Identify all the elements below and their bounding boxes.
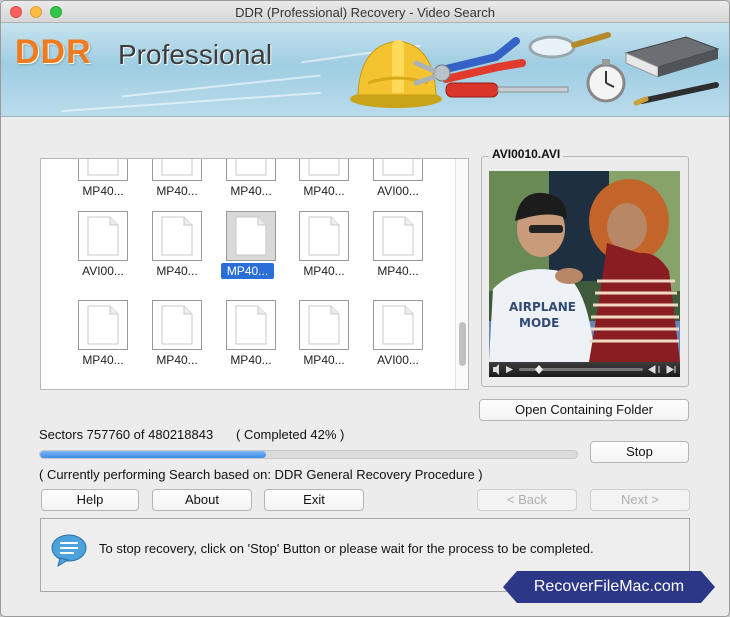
document-icon [299, 300, 349, 350]
help-button[interactable]: Help [41, 489, 139, 511]
document-icon [299, 159, 349, 181]
watermark-text: RecoverFileMac.com [533, 578, 685, 595]
stopwatch-icon [586, 59, 626, 103]
svg-text:MODE: MODE [519, 316, 559, 330]
message-text: To stop recovery, click on 'Stop' Button… [99, 541, 594, 556]
tools-illustration [350, 32, 720, 108]
pen-icon [633, 82, 719, 106]
hard-hat-icon [350, 40, 442, 108]
file-item[interactable]: MP40... [147, 159, 207, 211]
document-icon [152, 300, 202, 350]
video-controls [489, 362, 680, 377]
file-name-label: MP40... [156, 184, 198, 198]
file-item[interactable]: MP40... [147, 300, 207, 380]
file-item[interactable]: MP40... [221, 211, 281, 291]
file-item[interactable]: MP40... [294, 211, 354, 291]
seek-thumb[interactable] [535, 365, 543, 374]
document-icon [373, 300, 423, 350]
document-icon [226, 159, 276, 181]
file-grid-panel[interactable]: MP40... MP40... MP40... MP40... AVI00... AVI0… [40, 158, 469, 390]
file-name-label: MP40... [303, 264, 345, 278]
document-icon [373, 159, 423, 181]
procedure-status: ( Currently performing Search based on: … [39, 467, 483, 482]
file-item[interactable]: MP40... [221, 159, 281, 211]
file-item[interactable]: MP40... [147, 211, 207, 291]
file-item[interactable]: MP40... [294, 159, 354, 211]
next-button[interactable]: Next > [590, 489, 690, 511]
file-name-label: MP40... [303, 353, 345, 367]
file-name-label: MP40... [82, 184, 124, 198]
file-name-label: MP40... [156, 353, 198, 367]
header-banner: DDR Professional [1, 23, 729, 117]
file-item[interactable]: AVI00... [368, 159, 428, 211]
file-item[interactable]: MP40... [221, 300, 281, 380]
file-item[interactable]: MP40... [73, 159, 133, 211]
watermark-badge: RecoverFileMac.com [503, 571, 715, 603]
video-preview-image: AIRPLANE MODE [489, 171, 680, 362]
progress-fill [40, 451, 266, 458]
document-icon [226, 300, 276, 350]
file-item[interactable]: AVI00... [73, 211, 133, 291]
volume-icon[interactable] [493, 364, 499, 375]
file-name-label: MP40... [230, 353, 272, 367]
file-name-label: AVI00... [82, 264, 124, 278]
stop-button[interactable]: Stop [590, 441, 689, 463]
play-icon[interactable] [506, 366, 513, 373]
window-title: DDR (Professional) Recovery - Video Sear… [235, 5, 495, 20]
file-item[interactable]: AVI00... [368, 300, 428, 380]
preview-file-name: AVI0010.AVI [489, 147, 564, 161]
chat-bubble-icon [51, 534, 87, 568]
file-name-label: MP40... [377, 264, 419, 278]
svg-text:AIRPLANE: AIRPLANE [509, 300, 576, 314]
file-name-label: MP40... [156, 264, 198, 278]
document-icon [152, 211, 202, 261]
completed-status: ( Completed 42% ) [236, 427, 345, 442]
brand-logo-text: DDR [15, 33, 92, 71]
file-name-label: MP40... [221, 263, 274, 279]
pliers-icon [413, 37, 526, 86]
exit-button[interactable]: Exit [264, 489, 364, 511]
document-icon [152, 159, 202, 181]
vertical-scrollbar[interactable] [455, 159, 468, 389]
about-button[interactable]: About [152, 489, 252, 511]
file-item[interactable]: MP40... [368, 211, 428, 291]
document-icon [373, 211, 423, 261]
file-name-label: AVI00... [377, 184, 419, 198]
document-icon [78, 159, 128, 181]
back-button[interactable]: < Back [477, 489, 577, 511]
rewind-icon[interactable] [648, 365, 660, 374]
fast-forward-icon[interactable] [666, 365, 676, 374]
file-name-label: MP40... [82, 353, 124, 367]
app-window: DDR (Professional) Recovery - Video Sear… [0, 0, 730, 617]
file-name-label: AVI00... [377, 353, 419, 367]
book-icon [624, 36, 720, 78]
sectors-status: Sectors 757760 of 480218843 [39, 427, 214, 442]
file-name-label: MP40... [230, 184, 272, 198]
document-icon [226, 211, 276, 261]
document-icon [78, 211, 128, 261]
open-containing-folder-button[interactable]: Open Containing Folder [479, 399, 689, 421]
file-item[interactable]: MP40... [294, 300, 354, 380]
file-item[interactable]: MP40... [73, 300, 133, 380]
document-icon [78, 300, 128, 350]
magnifier-icon [528, 32, 611, 59]
file-name-label: MP40... [303, 184, 345, 198]
brand-product-text: Professional [118, 39, 273, 70]
search-progress-bar [39, 450, 578, 459]
document-icon [299, 211, 349, 261]
scrollbar-thumb[interactable] [459, 322, 466, 366]
title-bar: DDR (Professional) Recovery - Video Sear… [1, 1, 729, 23]
screwdriver-icon [445, 82, 569, 98]
